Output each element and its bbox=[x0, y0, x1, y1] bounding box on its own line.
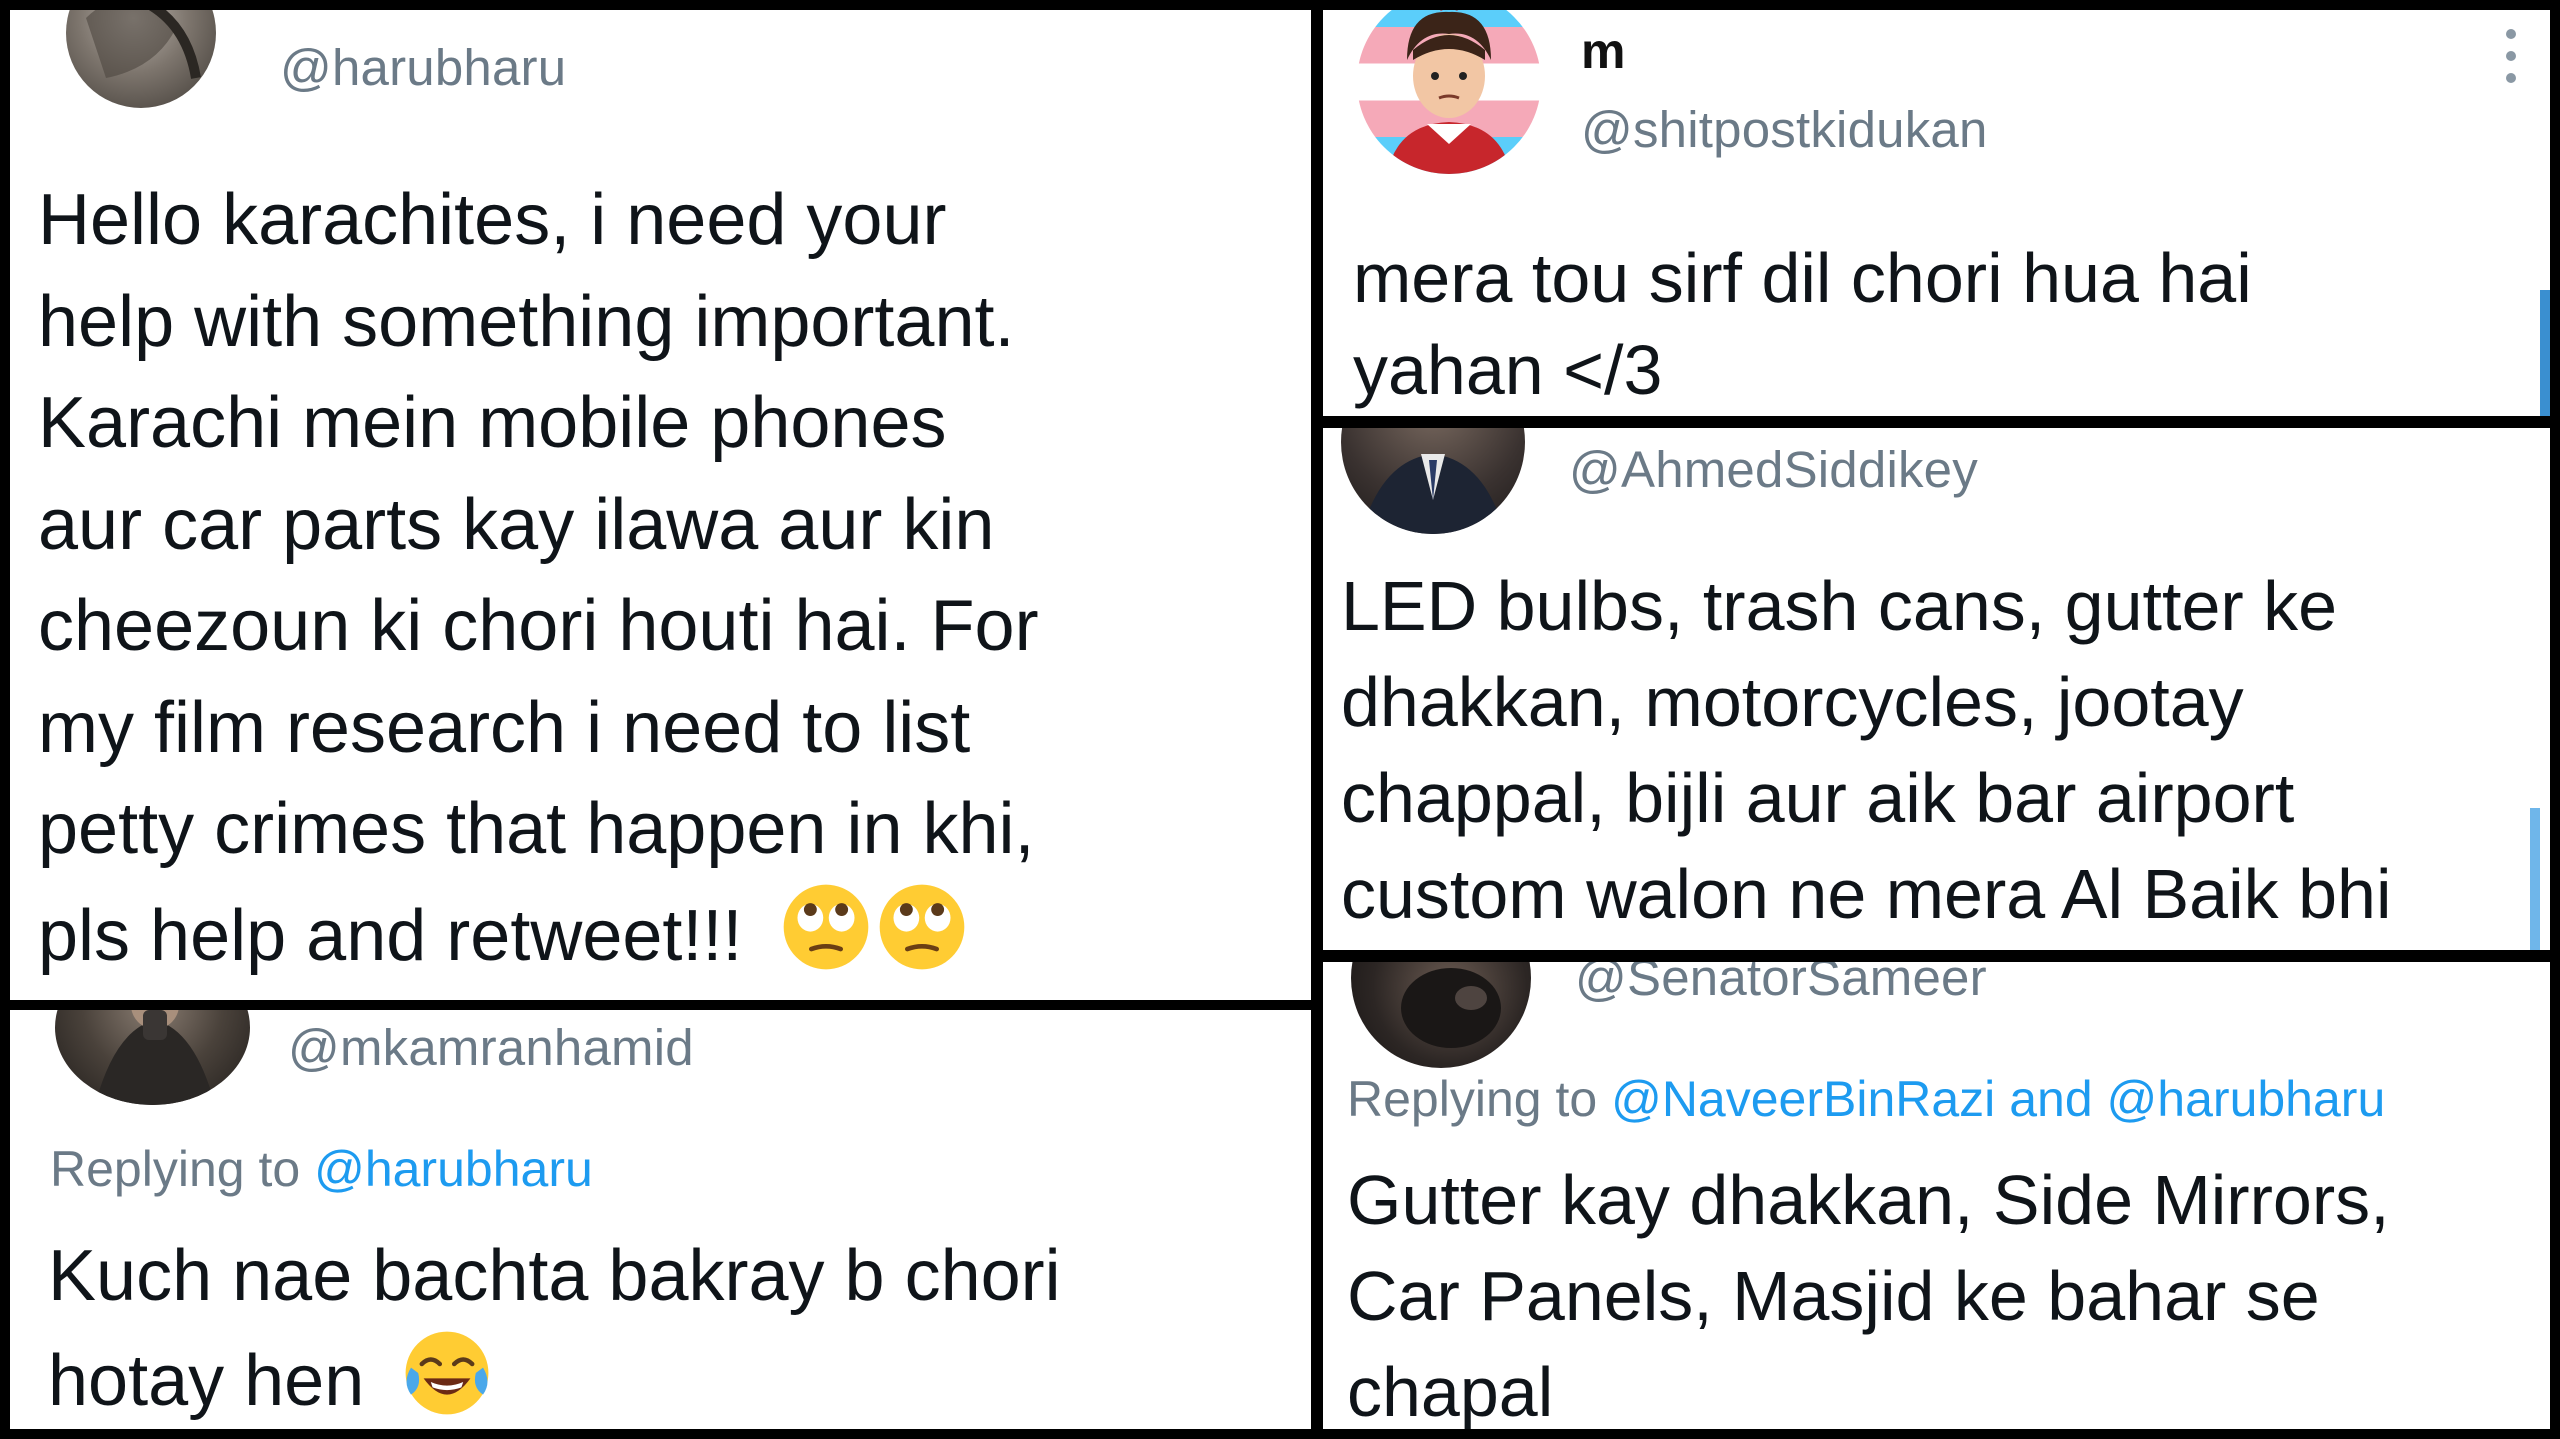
avatar-ahmedsiddikey[interactable] bbox=[1341, 428, 1525, 534]
tweet-text-line: LED bulbs, trash cans, gutter ke bbox=[1341, 567, 2338, 645]
tweet-text-line: my film research i need to list bbox=[38, 687, 971, 768]
tweet-handle[interactable]: @shitpostkidukan bbox=[1581, 100, 1988, 159]
replying-to-label: Replying to bbox=[1347, 1071, 1598, 1127]
scrollbar[interactable] bbox=[2530, 808, 2540, 950]
face-with-tears-of-joy-icon bbox=[405, 1331, 489, 1415]
replying-to-label: Replying to bbox=[50, 1141, 301, 1197]
avatar-shitpostkidukan[interactable] bbox=[1357, 10, 1541, 174]
tweet-text-line: chappal, bijli aur aik bar airport bbox=[1341, 759, 2295, 837]
tweet-text-line: cheezoun ki chori houti hai. For bbox=[38, 586, 1039, 666]
tweet-text-line: help with something important. bbox=[38, 281, 1015, 362]
replying-to: Replying to @NaveerBinRazi and @harubhar… bbox=[1347, 1070, 2385, 1128]
avatar-image bbox=[86, 10, 201, 79]
tweet-card-senatorsameer[interactable]: @SenatorSameer Replying to @NaveerBinRaz… bbox=[1323, 962, 2550, 1429]
tweet-text-line: Karachi mein mobile phones bbox=[38, 383, 947, 463]
avatar-harubharu[interactable] bbox=[66, 10, 216, 108]
avatar-image bbox=[1401, 968, 1501, 1048]
tweet-handle[interactable]: @SenatorSameer bbox=[1575, 962, 1987, 1007]
tweet-handle[interactable]: @mkamranhamid bbox=[288, 1018, 694, 1077]
tweet-text-line: hotay hen bbox=[48, 1341, 365, 1422]
mention-link[interactable]: @NaveerBinRazi bbox=[1611, 1071, 1995, 1127]
tweet-text-line: Gutter kay dhakkan, Side Mirrors, bbox=[1347, 1161, 2390, 1239]
mention-link[interactable]: @harubharu bbox=[314, 1141, 593, 1197]
tweet-text-line: pls help and retweet!!! bbox=[38, 895, 743, 976]
tweet-card-shitpostkidukan[interactable]: m @shitpostkidukan mera tou sirf dil cho… bbox=[1323, 10, 2550, 416]
face-with-rolling-eyes-icon bbox=[880, 884, 965, 969]
vertical-ellipsis-icon[interactable] bbox=[2501, 26, 2521, 86]
tweet-text: Hello karachites, i need your help with … bbox=[38, 170, 1039, 987]
tweet-text-line: mera tou sirf dil chori hua hai bbox=[1353, 239, 2252, 317]
tweet-text: LED bulbs, trash cans, gutter ke dhakkan… bbox=[1341, 558, 2392, 942]
tweet-card-harubharu[interactable]: @harubharu Hello karachites, i need your… bbox=[10, 10, 1311, 1000]
scrollbar[interactable] bbox=[2540, 290, 2550, 416]
avatar-image bbox=[95, 1010, 215, 1105]
tweet-text-last-line: pls help and retweet!!! bbox=[38, 881, 1039, 988]
replying-to: Replying to @harubharu bbox=[50, 1140, 593, 1198]
tweet-handle[interactable]: @harubharu bbox=[280, 38, 566, 97]
face-with-rolling-eyes-icon bbox=[784, 884, 869, 969]
tweet-text-line: yahan </3 bbox=[1353, 331, 1663, 409]
tweet-text: Gutter kay dhakkan, Side Mirrors, Car Pa… bbox=[1347, 1152, 2390, 1429]
tweet-card-ahmedsiddikey[interactable]: @AhmedSiddikey LED bulbs, trash cans, gu… bbox=[1323, 428, 2550, 950]
avatar-mkamranhamid[interactable] bbox=[55, 1010, 250, 1105]
tweet-text-line: dhakkan, motorcycles, jootay bbox=[1341, 663, 2244, 741]
tweet-text: mera tou sirf dil chori hua hai yahan </… bbox=[1353, 232, 2252, 416]
tweet-card-mkamranhamid[interactable]: @mkamranhamid Replying to @harubharu Kuc… bbox=[10, 1010, 1311, 1429]
tweet-text-line: aur car parts kay ilawa aur kin bbox=[38, 484, 995, 565]
tweet-text-line: Car Panels, Masjid ke bahar se bbox=[1347, 1257, 2320, 1335]
tweet-text-line: custom walon ne mera Al Baik bhi bbox=[1341, 855, 2392, 933]
tweet-handle[interactable]: @AhmedSiddikey bbox=[1569, 440, 1978, 499]
avatar-image bbox=[1361, 454, 1505, 534]
avatar-senatorsameer[interactable] bbox=[1351, 962, 1531, 1068]
tweet-text-line: petty crimes that happen in khi, bbox=[38, 789, 1035, 869]
tweet-text-line: Kuch nae bachta bakray b chori bbox=[48, 1236, 1061, 1316]
tweet-text-line: chapal bbox=[1347, 1353, 1554, 1429]
display-name[interactable]: m bbox=[1581, 22, 1625, 80]
reply-and: and bbox=[2009, 1071, 2093, 1127]
tweet-text-line: Hello karachites, i need your bbox=[38, 180, 947, 260]
mention-link[interactable]: @harubharu bbox=[2107, 1071, 2386, 1127]
avatar-image bbox=[1387, 10, 1511, 174]
tweet-text: Kuch nae bachta bakray b chori hotay hen bbox=[48, 1225, 1061, 1429]
tweet-text-last-line: hotay hen bbox=[48, 1328, 1061, 1429]
